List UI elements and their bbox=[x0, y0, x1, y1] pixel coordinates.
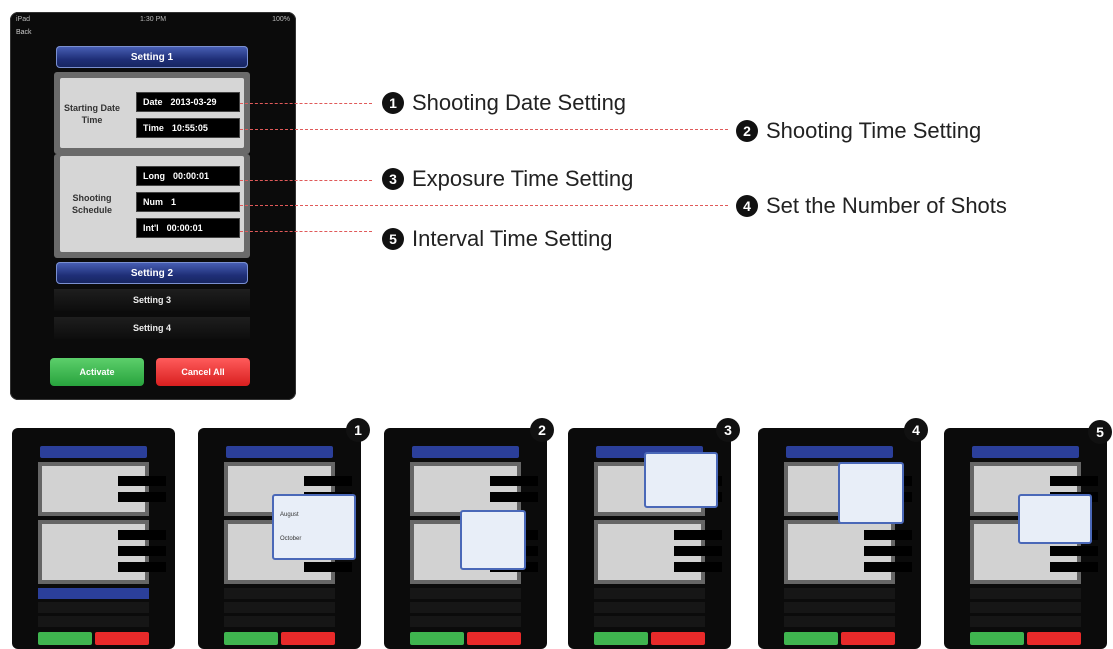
num-field[interactable]: Num 1 bbox=[136, 192, 240, 212]
callout-4-number: 4 bbox=[736, 195, 758, 217]
date-key: Date bbox=[143, 97, 163, 107]
setting-3-button[interactable]: Setting 3 bbox=[54, 289, 250, 311]
callout-1: 1 Shooting Date Setting bbox=[382, 90, 626, 116]
activate-button[interactable]: Activate bbox=[50, 358, 144, 386]
exposure-picker-popup[interactable] bbox=[644, 452, 718, 508]
starting-date-time-panel: Starting Date Time Date 2013-03-29 Time … bbox=[54, 72, 250, 154]
status-battery: 100% bbox=[272, 16, 290, 23]
setting-2-button[interactable]: Setting 2 bbox=[56, 262, 248, 284]
callout-5-text: Interval Time Setting bbox=[412, 226, 613, 251]
thumbnail-1: August October bbox=[198, 428, 361, 649]
setting-4-button[interactable]: Setting 4 bbox=[54, 317, 250, 339]
callout-1-number: 1 bbox=[382, 92, 404, 114]
date-picker-popup[interactable]: August October bbox=[272, 494, 356, 560]
thumb-badge-5: 5 bbox=[1088, 420, 1112, 444]
long-field[interactable]: Long 00:00:01 bbox=[136, 166, 240, 186]
callout-2: 2 Shooting Time Setting bbox=[736, 118, 981, 144]
device-screen: iPad 1:30 PM 100% Back Setting 1 Startin… bbox=[10, 12, 296, 400]
thumbnail-4 bbox=[758, 428, 921, 649]
num-value: 1 bbox=[171, 197, 177, 207]
interval-field[interactable]: Int'l 00:00:01 bbox=[136, 218, 240, 238]
status-clock: 1:30 PM bbox=[140, 16, 167, 23]
callout-4-text: Set the Number of Shots bbox=[766, 193, 1007, 218]
cancel-all-button[interactable]: Cancel All bbox=[156, 358, 250, 386]
interval-key: Int'l bbox=[143, 223, 159, 233]
shooting-schedule-label: Shooting Schedule bbox=[71, 193, 112, 215]
leader-line-2 bbox=[240, 129, 728, 130]
date-field[interactable]: Date 2013-03-29 bbox=[136, 92, 240, 112]
popup-month-1: August bbox=[280, 512, 299, 518]
thumbnail-2 bbox=[384, 428, 547, 649]
callout-3: 3 Exposure Time Setting bbox=[382, 166, 633, 192]
status-carrier: iPad bbox=[16, 16, 31, 23]
callout-4: 4 Set the Number of Shots bbox=[736, 193, 1007, 219]
leader-line-5 bbox=[240, 231, 372, 232]
time-picker-popup[interactable] bbox=[460, 510, 526, 570]
interval-picker-popup[interactable] bbox=[1018, 494, 1092, 544]
thumb-badge-1: 1 bbox=[346, 418, 370, 442]
long-value: 00:00:01 bbox=[173, 171, 210, 181]
callout-2-number: 2 bbox=[736, 120, 758, 142]
leader-line-1 bbox=[240, 103, 372, 104]
leader-line-3 bbox=[240, 180, 372, 181]
callout-3-text: Exposure Time Setting bbox=[412, 166, 634, 191]
date-value: 2013-03-29 bbox=[170, 97, 217, 107]
back-button[interactable]: Back bbox=[16, 29, 32, 36]
num-key: Num bbox=[143, 197, 163, 207]
time-key: Time bbox=[143, 123, 164, 133]
number-picker-popup[interactable] bbox=[838, 462, 904, 524]
time-value: 10:55:05 bbox=[171, 123, 208, 133]
callout-3-number: 3 bbox=[382, 168, 404, 190]
thumb-badge-4: 4 bbox=[904, 418, 928, 442]
long-key: Long bbox=[143, 171, 165, 181]
time-field[interactable]: Time 10:55:05 bbox=[136, 118, 240, 138]
callout-5-number: 5 bbox=[382, 228, 404, 250]
callout-1-text: Shooting Date Setting bbox=[412, 90, 627, 115]
leader-line-4 bbox=[240, 205, 728, 206]
thumbnail-3 bbox=[568, 428, 731, 649]
popup-month-2: October bbox=[280, 536, 302, 542]
thumb-badge-3: 3 bbox=[716, 418, 740, 442]
callout-5: 5 Interval Time Setting bbox=[382, 226, 613, 252]
starting-date-time-label: Starting Date Time bbox=[63, 103, 120, 125]
callout-2-text: Shooting Time Setting bbox=[766, 118, 982, 143]
interval-value: 00:00:01 bbox=[166, 223, 203, 233]
thumbnail-5 bbox=[944, 428, 1107, 649]
thumbnail-0 bbox=[12, 428, 175, 649]
thumb-badge-2: 2 bbox=[530, 418, 554, 442]
shooting-schedule-panel: Shooting Schedule Long 00:00:01 Num 1 In… bbox=[54, 154, 250, 258]
status-bar: iPad 1:30 PM 100% bbox=[10, 12, 296, 28]
setting-1-header[interactable]: Setting 1 bbox=[56, 46, 248, 68]
